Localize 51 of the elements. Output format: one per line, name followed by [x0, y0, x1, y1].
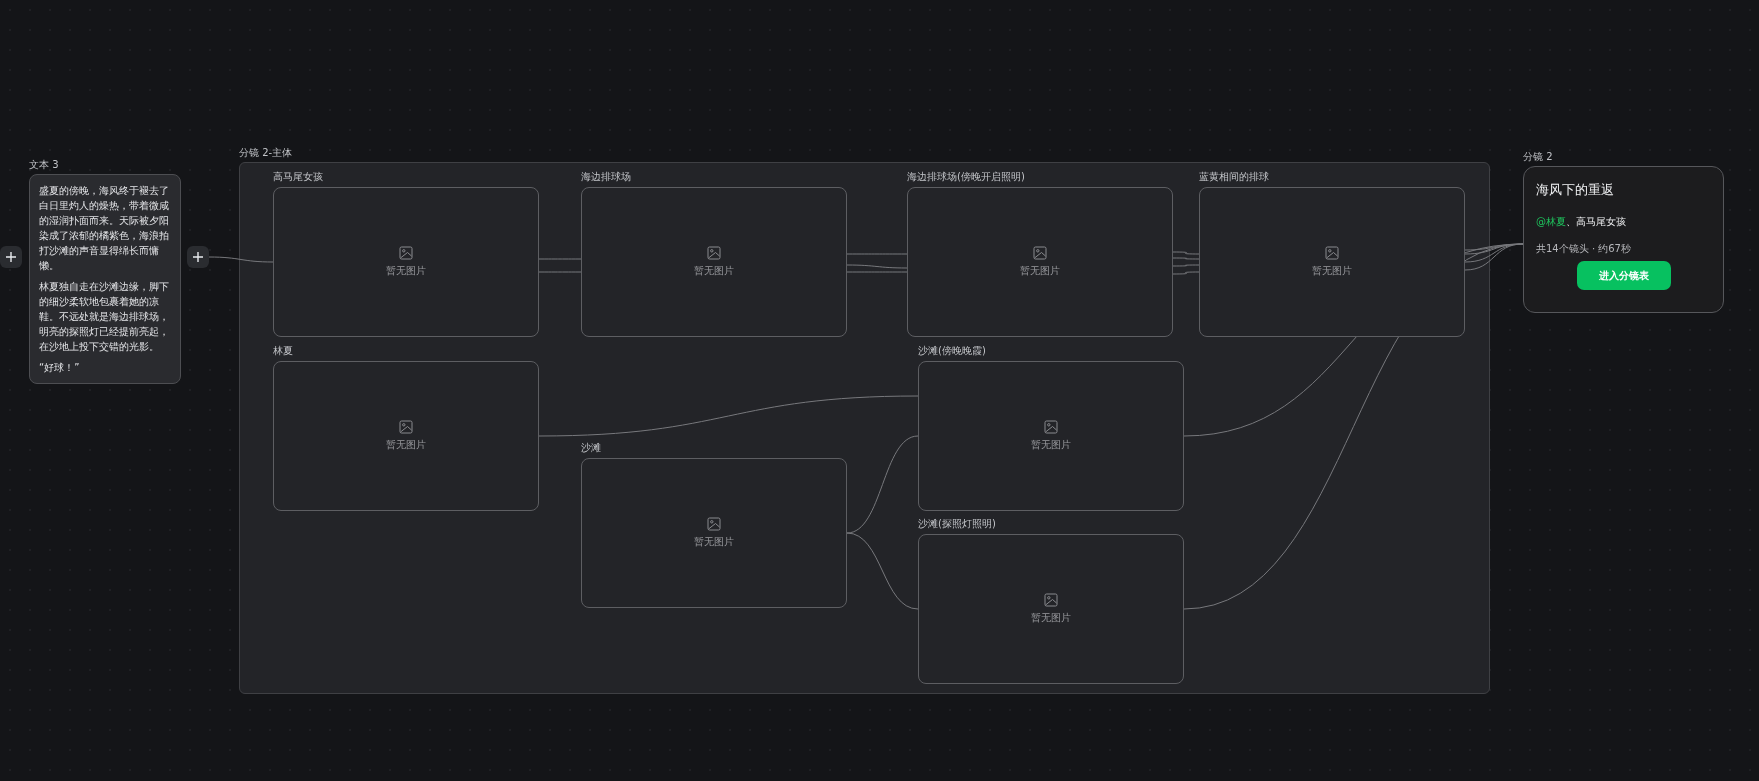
image-icon [707, 246, 721, 260]
connector-line [846, 253, 908, 255]
paragraph: “好球！” [39, 361, 81, 375]
image-icon [399, 246, 413, 260]
node-title: 海边排球场(傍晚开启照明) [907, 170, 1025, 184]
image-node[interactable]: 暂无图片 [581, 187, 847, 337]
placeholder-text: 暂无图片 [694, 535, 734, 549]
placeholder-text: 暂无图片 [1031, 611, 1071, 625]
node-title: 蓝黄相间的排球 [1199, 170, 1269, 184]
plus-icon [5, 251, 17, 263]
character-list: @林夏、高马尾女孩 [1536, 215, 1711, 229]
connector-line [208, 256, 274, 263]
paragraph: 盛夏的傍晚，海风终于褪去了白日里灼人的燥热，带着微咸的湿润扑面而来。天际被夕阳染成了浓郁的橘紫色，海浪拍打沙滩的声音显得绵长而慵懒。 [39, 184, 170, 273]
image-node[interactable]: 暂无图片 [1199, 187, 1465, 337]
image-icon [1033, 246, 1047, 260]
node-title: 林夏 [273, 344, 293, 358]
plus-icon [192, 251, 204, 263]
image-node[interactable]: 暂无图片 [907, 187, 1173, 337]
connector-line [538, 271, 582, 273]
node-title: 沙滩 [581, 441, 601, 455]
image-node[interactable]: 暂无图片 [581, 458, 847, 608]
scene-title: 海风下的重返 [1536, 181, 1615, 199]
node-title: 沙滩(探照灯照明) [918, 517, 996, 531]
image-icon [1044, 593, 1058, 607]
placeholder-text: 暂无图片 [1031, 438, 1071, 452]
image-icon [1044, 420, 1058, 434]
image-node[interactable]: 暂无图片 [273, 187, 539, 337]
node-title: 海边排球场 [581, 170, 631, 184]
card-label: 文本 3 [29, 158, 59, 172]
connector-line [846, 264, 908, 269]
node-title: 沙滩(傍晚晚霞) [918, 344, 986, 358]
add-button[interactable] [187, 246, 209, 268]
shot-summary: 共14个镜头 · 约67秒 [1536, 242, 1632, 256]
node-title: 高马尾女孩 [273, 170, 323, 184]
image-node[interactable]: 暂无图片 [918, 534, 1184, 684]
placeholder-text: 暂无图片 [386, 438, 426, 452]
placeholder-text: 暂无图片 [694, 264, 734, 278]
image-icon [707, 517, 721, 531]
image-icon [399, 420, 413, 434]
placeholder-text: 暂无图片 [386, 264, 426, 278]
placeholder-text: 暂无图片 [1020, 264, 1060, 278]
card-label: 分镜 2 [1523, 150, 1553, 164]
paragraph: 林夏独自走在沙滩边缘，脚下的细沙柔软地包裹着她的凉鞋。不远处就是海边排球场，明亮的探照灯已经提前亮起，在沙地上投下交错的光影。 [39, 280, 170, 354]
add-button[interactable] [0, 246, 22, 268]
group-label: 分镜 2-主体 [239, 146, 293, 160]
placeholder-text: 暂无图片 [1312, 264, 1352, 278]
image-node[interactable]: 暂无图片 [918, 361, 1184, 511]
image-node[interactable]: 暂无图片 [273, 361, 539, 511]
image-icon [1325, 246, 1339, 260]
connector-line [538, 258, 582, 260]
connector-line [846, 271, 908, 273]
